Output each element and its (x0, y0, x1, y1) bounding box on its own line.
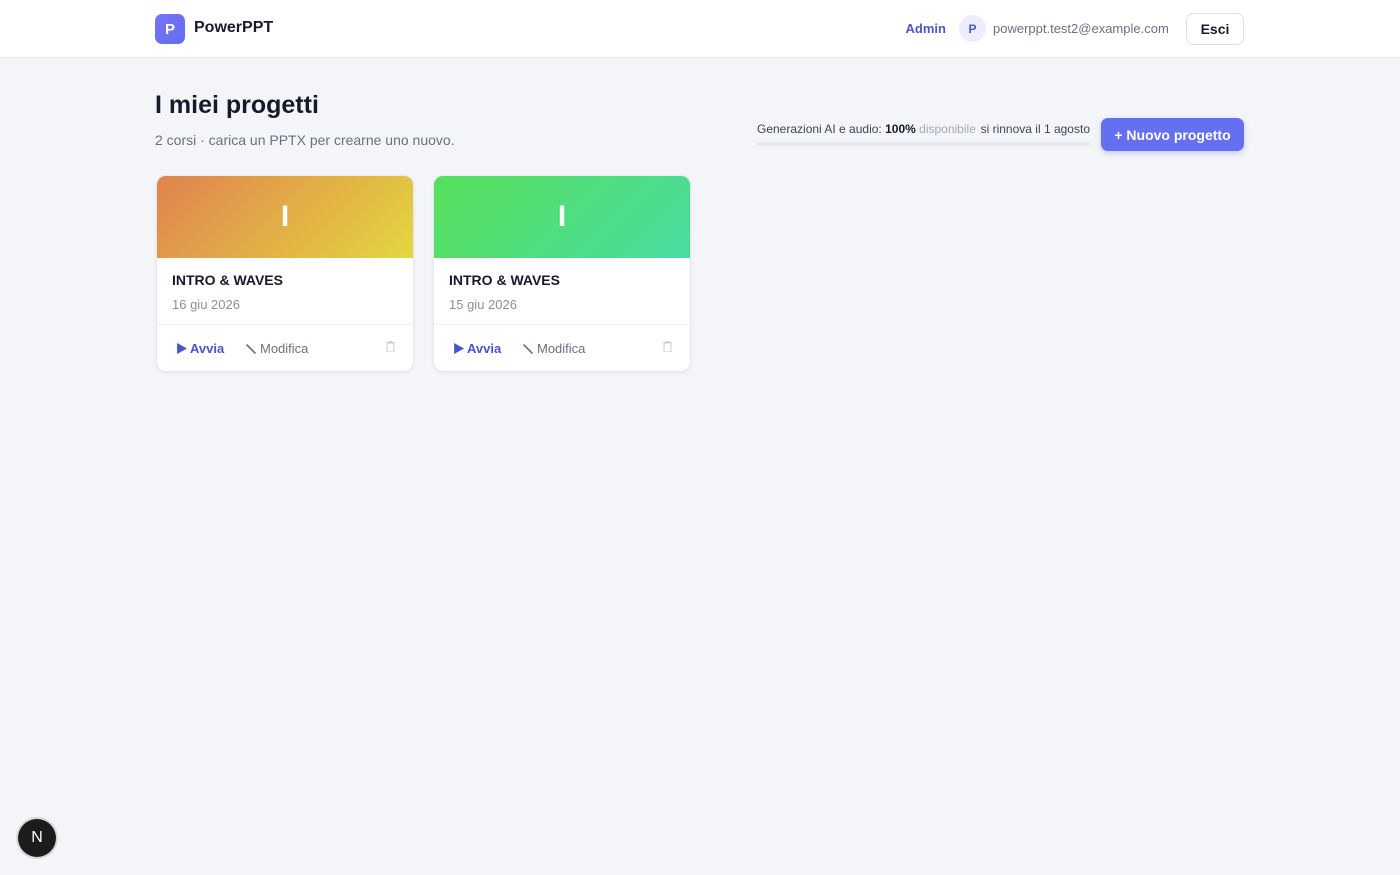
project-cover[interactable]: I (434, 176, 690, 258)
avatar[interactable]: P (959, 15, 986, 42)
page-subtitle: 2 corsi · carica un PPTX per crearne uno… (155, 132, 455, 148)
project-title[interactable]: INTRO & WAVES (449, 272, 560, 288)
project-cover-letter: I (557, 200, 567, 233)
project-date: 16 giu 2026 (172, 297, 240, 312)
start-label: Avvia (190, 341, 225, 356)
edit-label: Modifica (260, 341, 309, 356)
trash-icon[interactable] (663, 341, 672, 355)
edit-label: Modifica (537, 341, 586, 356)
logout-button[interactable]: Esci (1186, 13, 1244, 45)
quota-progress-fill (757, 142, 1090, 146)
project-title[interactable]: INTRO & WAVES (172, 272, 283, 288)
dev-tools-badge[interactable]: N (18, 819, 56, 857)
new-project-button[interactable]: + Nuovo progetto (1101, 118, 1244, 151)
card-divider (434, 324, 690, 325)
project-cover-letter: I (280, 200, 290, 233)
top-navbar: P PowerPPT Admin P powerppt.test2@exampl… (0, 0, 1400, 58)
quota-percent: 100% (885, 122, 916, 136)
project-card[interactable]: I INTRO & WAVES 16 giu 2026 Avvia Modifi… (156, 175, 414, 372)
quota-label: Generazioni AI e audio: (757, 122, 882, 136)
edit-button[interactable]: Modifica (523, 341, 585, 356)
pencil-icon (523, 343, 533, 354)
quota-info: Generazioni AI e audio: 100% disponibile… (757, 122, 1090, 136)
play-icon (177, 343, 187, 354)
brand-name[interactable]: PowerPPT (194, 19, 273, 37)
pencil-icon (246, 343, 256, 354)
project-cover[interactable]: I (157, 176, 413, 258)
start-button[interactable]: Avvia (453, 341, 501, 356)
trash-icon[interactable] (386, 341, 395, 355)
quota-renew: si rinnova il 1 agosto (980, 122, 1090, 136)
quota-progress-bar (757, 142, 1090, 146)
user-email: powerppt.test2@example.com (993, 21, 1169, 36)
page-title: I miei progetti (155, 91, 319, 119)
quota-available: disponibile (919, 122, 976, 136)
project-date: 15 giu 2026 (449, 297, 517, 312)
card-divider (157, 324, 413, 325)
edit-button[interactable]: Modifica (246, 341, 308, 356)
play-icon (454, 343, 464, 354)
logo-icon[interactable]: P (155, 14, 185, 44)
start-label: Avvia (467, 341, 502, 356)
start-button[interactable]: Avvia (176, 341, 224, 356)
project-card[interactable]: I INTRO & WAVES 15 giu 2026 Avvia Modifi… (433, 175, 691, 372)
admin-link[interactable]: Admin (906, 21, 946, 36)
